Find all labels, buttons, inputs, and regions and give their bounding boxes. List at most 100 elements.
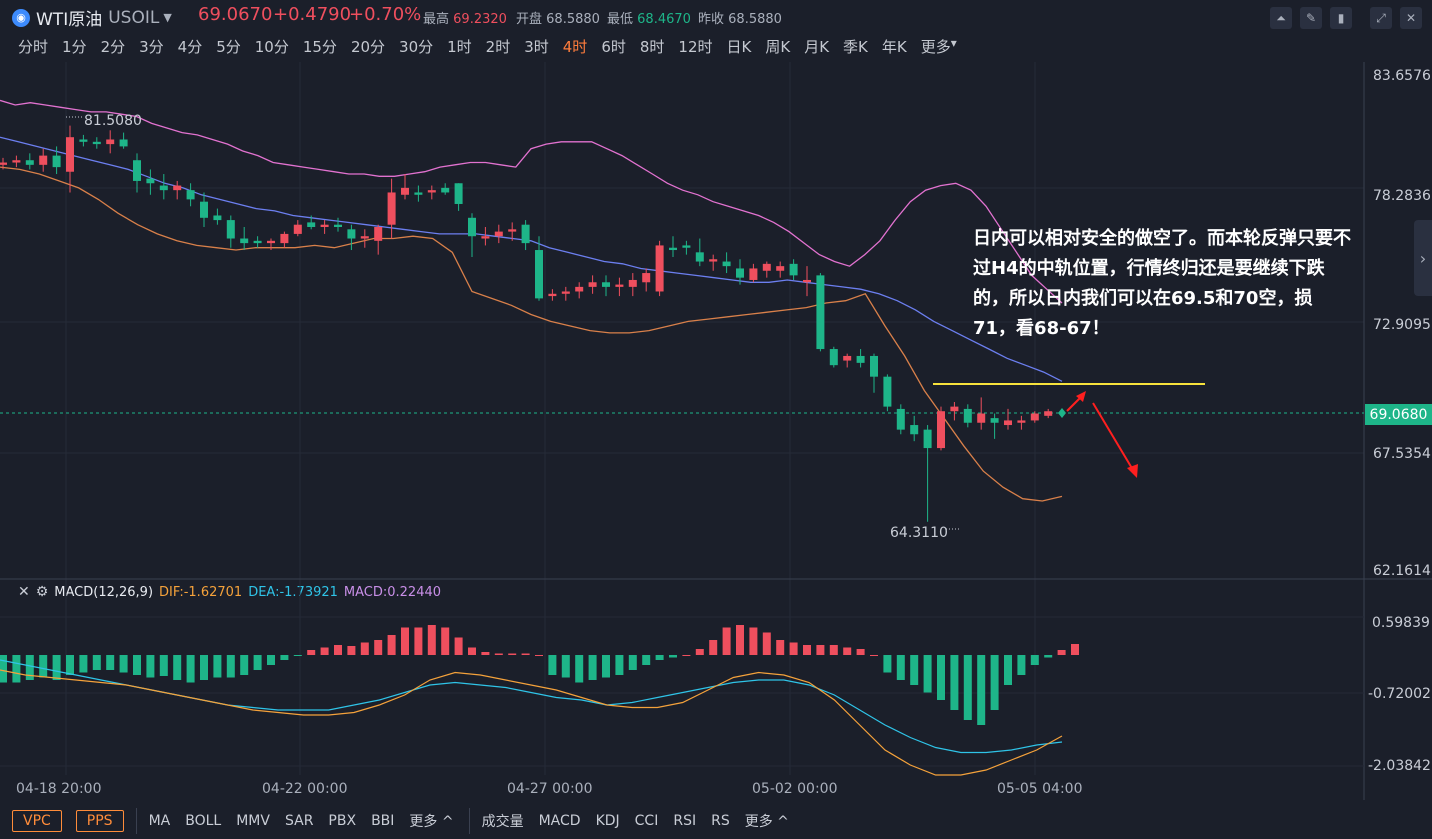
indicator-macd[interactable]: MACD <box>539 813 581 829</box>
close-indicator-icon[interactable]: ✕ <box>18 584 30 600</box>
candle-body <box>990 418 999 423</box>
candle-body <box>736 268 744 278</box>
macd-bar <box>374 640 383 655</box>
indicator-cci[interactable]: CCI <box>635 813 659 829</box>
macd-bar <box>12 655 21 683</box>
close-indicator-icon[interactable]: ✕ <box>18 71 30 87</box>
tab-period[interactable]: 10分 <box>255 36 289 56</box>
tab-period[interactable]: 5分 <box>216 36 241 56</box>
tab-period[interactable]: 1时 <box>447 36 472 56</box>
tab-period[interactable]: 3时 <box>524 36 549 56</box>
tab-period[interactable]: 1分 <box>62 36 87 56</box>
candle-body <box>481 236 490 239</box>
more-main-indicators[interactable]: 更多 ^ <box>409 811 453 831</box>
close-icon[interactable]: ✕ <box>1400 7 1422 29</box>
vpc-button[interactable]: VPC <box>12 809 62 832</box>
macd-bar <box>468 647 476 655</box>
tab-period[interactable]: 2时 <box>486 36 511 56</box>
macd-bar <box>642 655 651 665</box>
tab-period[interactable]: 季K <box>843 36 868 56</box>
high-stat: 最高 69.2320 <box>423 8 507 27</box>
indicator-ma[interactable]: MA <box>149 813 171 829</box>
indicator-sar[interactable]: SAR <box>285 813 313 829</box>
tab-period[interactable]: 15分 <box>303 36 337 56</box>
tab-period[interactable]: 30分 <box>399 36 433 56</box>
macd-title: ✕ ⚙ MACD(12,26,9) DIF:-1.62701 DEA:-1.73… <box>18 584 441 600</box>
macd-bar <box>535 655 543 656</box>
indicator-mmv[interactable]: MMV <box>236 813 270 829</box>
tab-period[interactable]: 日K <box>727 36 752 56</box>
more-label: 更多 <box>409 813 438 830</box>
chevron-down-icon: ▾ <box>950 36 957 50</box>
macd-bar <box>441 627 450 655</box>
macd-bar <box>240 655 249 675</box>
candle-body <box>937 411 945 449</box>
indicator-pbx[interactable]: PBX <box>328 813 356 829</box>
draw-pen-icon[interactable]: ✎ <box>1300 7 1322 29</box>
macd-bar <box>52 655 61 680</box>
boll-up-value: UP:75.3667 <box>93 71 170 87</box>
candle-body <box>39 155 48 165</box>
macd-axis-label: 0.59839 <box>1372 615 1430 631</box>
macd-bar <box>401 627 409 655</box>
candle-body <box>106 139 115 145</box>
macd-bar <box>1030 655 1039 665</box>
pps-button[interactable]: PPS <box>75 809 124 832</box>
settings-gear-icon[interactable]: ⚙ <box>36 584 49 600</box>
macd-bar <box>334 645 342 655</box>
candle-body <box>25 160 34 165</box>
candle-body <box>427 190 436 193</box>
indicator-rs[interactable]: RS <box>711 813 730 829</box>
candle-body <box>896 408 905 430</box>
candle-body <box>950 406 959 412</box>
indicator-rsi[interactable]: RSI <box>673 813 696 829</box>
prev-value: 68.5880 <box>728 12 782 27</box>
candle-body <box>762 263 771 271</box>
macd-bar <box>669 655 677 658</box>
tab-period[interactable]: 2分 <box>101 36 126 56</box>
tab-period[interactable]: 更多 <box>921 36 951 56</box>
candle-body <box>602 282 610 287</box>
price-chart[interactable] <box>0 0 1432 839</box>
macd-bar <box>481 652 490 655</box>
tab-period[interactable]: 分时 <box>18 36 48 56</box>
tab-period[interactable]: 6时 <box>601 36 626 56</box>
expand-icon[interactable]: ⤢ <box>1370 7 1392 29</box>
more-sub-indicators[interactable]: 更多 ^ <box>745 811 789 831</box>
macd-bar <box>1004 655 1012 685</box>
macd-bar <box>320 647 329 655</box>
macd-axis-label: -0.72002 <box>1368 686 1431 702</box>
boll-name: BOLL <box>54 71 88 87</box>
chevron-right-icon[interactable]: › <box>1414 220 1432 296</box>
indicator-boll[interactable]: BOLL <box>185 813 221 829</box>
indicator-kdj[interactable]: KDJ <box>596 813 620 829</box>
tab-period[interactable]: 8时 <box>640 36 665 56</box>
boll-upper-line <box>0 99 1063 304</box>
tab-period[interactable]: 12时 <box>678 36 712 56</box>
macd-bar <box>186 655 195 683</box>
low-label: 最低 <box>607 12 634 27</box>
tab-period[interactable]: 月K <box>804 36 829 56</box>
candle-body <box>52 155 61 168</box>
tab-period[interactable]: 周K <box>765 36 790 56</box>
candle-body <box>561 291 570 294</box>
settings-gear-icon[interactable]: ⚙ <box>36 71 49 87</box>
indicator-bbi[interactable]: BBI <box>371 813 394 829</box>
candle-body <box>1004 420 1012 426</box>
macd-bar <box>963 655 972 720</box>
candle-body <box>79 139 88 142</box>
tab-period[interactable]: 4分 <box>178 36 203 56</box>
tab-period[interactable]: 20分 <box>351 36 385 56</box>
tab-period[interactable]: 年K <box>882 36 907 56</box>
analysis-annotation: 日内可以相对安全的做空了。而本轮反弹只要不过H4的中轨位置，行情终归还是要继续下… <box>973 228 1351 339</box>
symbol-selector[interactable]: ◉ WTI原油 USOIL ▼ <box>12 5 172 30</box>
line-tool-icon[interactable]: ⏶ <box>1270 7 1292 29</box>
tab-period[interactable]: 4时 <box>563 36 588 56</box>
macd-bar <box>816 645 825 655</box>
tab-period[interactable]: 3分 <box>139 36 164 56</box>
macd-bar <box>25 655 34 680</box>
candle-body <box>320 224 329 228</box>
indicator-volume[interactable]: 成交量 <box>482 811 524 831</box>
candle-body <box>414 192 423 195</box>
candle-type-icon[interactable]: ▮ <box>1330 7 1352 29</box>
